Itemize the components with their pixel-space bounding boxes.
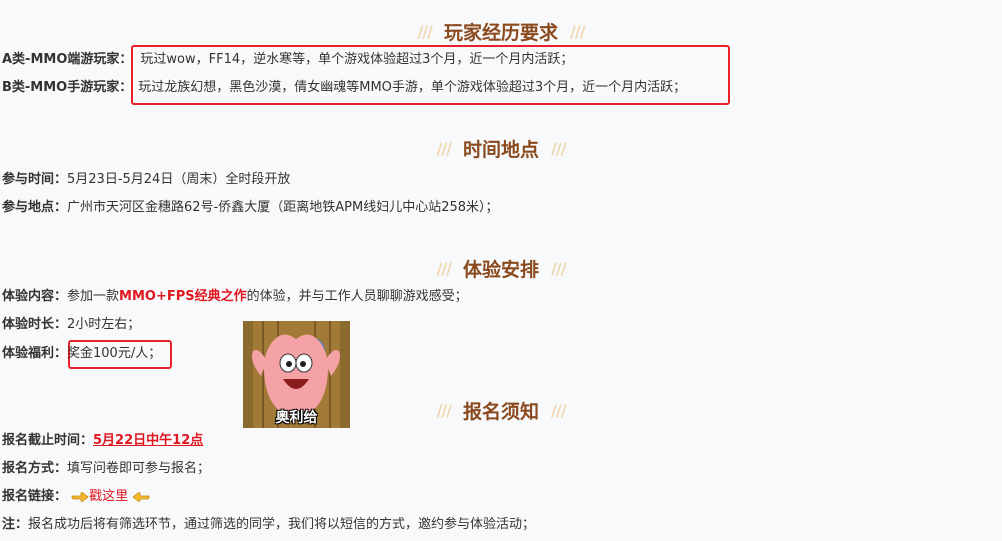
section-heading: 时间地点: [462, 139, 539, 161]
section-title-requirements: /// 玩家经历要求 ///: [0, 18, 1002, 45]
content-row: 体验内容：参加一款MMO+FPS经典之作的体验，并与工作人员聊聊游戏感受；: [2, 287, 468, 307]
benefit-value: 奖金100元/人；: [67, 346, 162, 361]
signup-link[interactable]: 戳这里: [89, 489, 128, 504]
deadline-label: 报名截止时间：: [2, 433, 94, 448]
method-value: 填写问卷即可参与报名；: [67, 461, 211, 476]
benefit-label: 体验福利：: [2, 346, 68, 361]
title-decoration-right: ///: [551, 139, 567, 158]
title-decoration-left: ///: [417, 22, 433, 41]
place-label: 参与地点：: [2, 200, 68, 215]
method-label: 报名方式：: [2, 461, 68, 476]
content-pre: 参加一款: [67, 289, 120, 304]
requirement-a-value: 玩过wow，FF14，逆水寒等，单个游戏体验超过3个月，近一个月内活跃；: [140, 52, 574, 67]
requirement-a-row: A类-MMO端游玩家： 玩过wow，FF14，逆水寒等，单个游戏体验超过3个月，近…: [2, 50, 573, 70]
place-row: 参与地点：广州市天河区金穗路62号-侨鑫大厦（距离地铁APM线妇儿中心站258米…: [2, 198, 499, 218]
link-label: 报名链接：: [2, 489, 68, 504]
duration-label: 体验时长：: [2, 317, 68, 332]
benefit-row: 体验福利：奖金100元/人；: [2, 344, 161, 364]
method-row: 报名方式：填写问卷即可参与报名；: [2, 459, 210, 479]
section-heading: 体验安排: [462, 259, 539, 281]
note-value: 报名成功后将有筛选环节，通过筛选的同学，我们将以短信的方式，邀约参与体验活动；: [28, 517, 536, 532]
section-title-signup: /// 报名须知 ///: [0, 397, 1002, 424]
deadline-row: 报名截止时间：5月22日中午12点: [2, 431, 203, 451]
time-value: 5月23日-5月24日（周末）全时段开放: [67, 172, 291, 187]
content-post: 的体验，并与工作人员聊聊游戏感受；: [246, 289, 468, 304]
requirement-a-label: A类-MMO端游玩家：: [2, 52, 133, 67]
pointing-hand-left-icon: [132, 491, 150, 502]
note-label: 注：: [2, 517, 29, 532]
title-decoration-left: ///: [436, 259, 452, 278]
pointing-hand-right-icon: [71, 491, 89, 502]
requirement-b-value: 玩过龙族幻想，黑色沙漠，倩女幽魂等MMO手游，单个游戏体验超过3个月，近一个月内…: [138, 80, 687, 95]
content-highlight: MMO+FPS经典之作: [119, 289, 247, 304]
place-value: 广州市天河区金穗路62号-侨鑫大厦（距离地铁APM线妇儿中心站258米）；: [67, 200, 499, 215]
section-title-time-place: /// 时间地点 ///: [0, 135, 1002, 162]
note-row: 注：报名成功后将有筛选环节，通过筛选的同学，我们将以短信的方式，邀约参与体验活动…: [2, 515, 535, 535]
title-decoration-left: ///: [436, 139, 452, 158]
time-label: 参与时间：: [2, 172, 68, 187]
content-label: 体验内容：: [2, 289, 68, 304]
deadline-value: 5月22日中午12点: [93, 433, 204, 448]
duration-value: 2小时左右；: [67, 317, 141, 332]
duration-row: 体验时长：2小时左右；: [2, 315, 140, 335]
title-decoration-right: ///: [570, 22, 586, 41]
title-decoration-right: ///: [551, 259, 567, 278]
time-row: 参与时间：5月23日-5月24日（周末）全时段开放: [2, 170, 290, 190]
title-decoration-left: ///: [436, 401, 452, 420]
requirement-b-label: B类-MMO手游玩家：: [2, 80, 133, 95]
title-decoration-right: ///: [551, 401, 567, 420]
section-heading: 报名须知: [462, 401, 539, 423]
link-row: 报名链接： 戳这里: [2, 487, 150, 507]
section-title-arrangement: /// 体验安排 ///: [0, 255, 1002, 282]
section-heading: 玩家经历要求: [443, 22, 558, 44]
requirement-b-row: B类-MMO手游玩家： 玩过龙族幻想，黑色沙漠，倩女幽魂等MMO手游，单个游戏体验…: [2, 78, 686, 98]
